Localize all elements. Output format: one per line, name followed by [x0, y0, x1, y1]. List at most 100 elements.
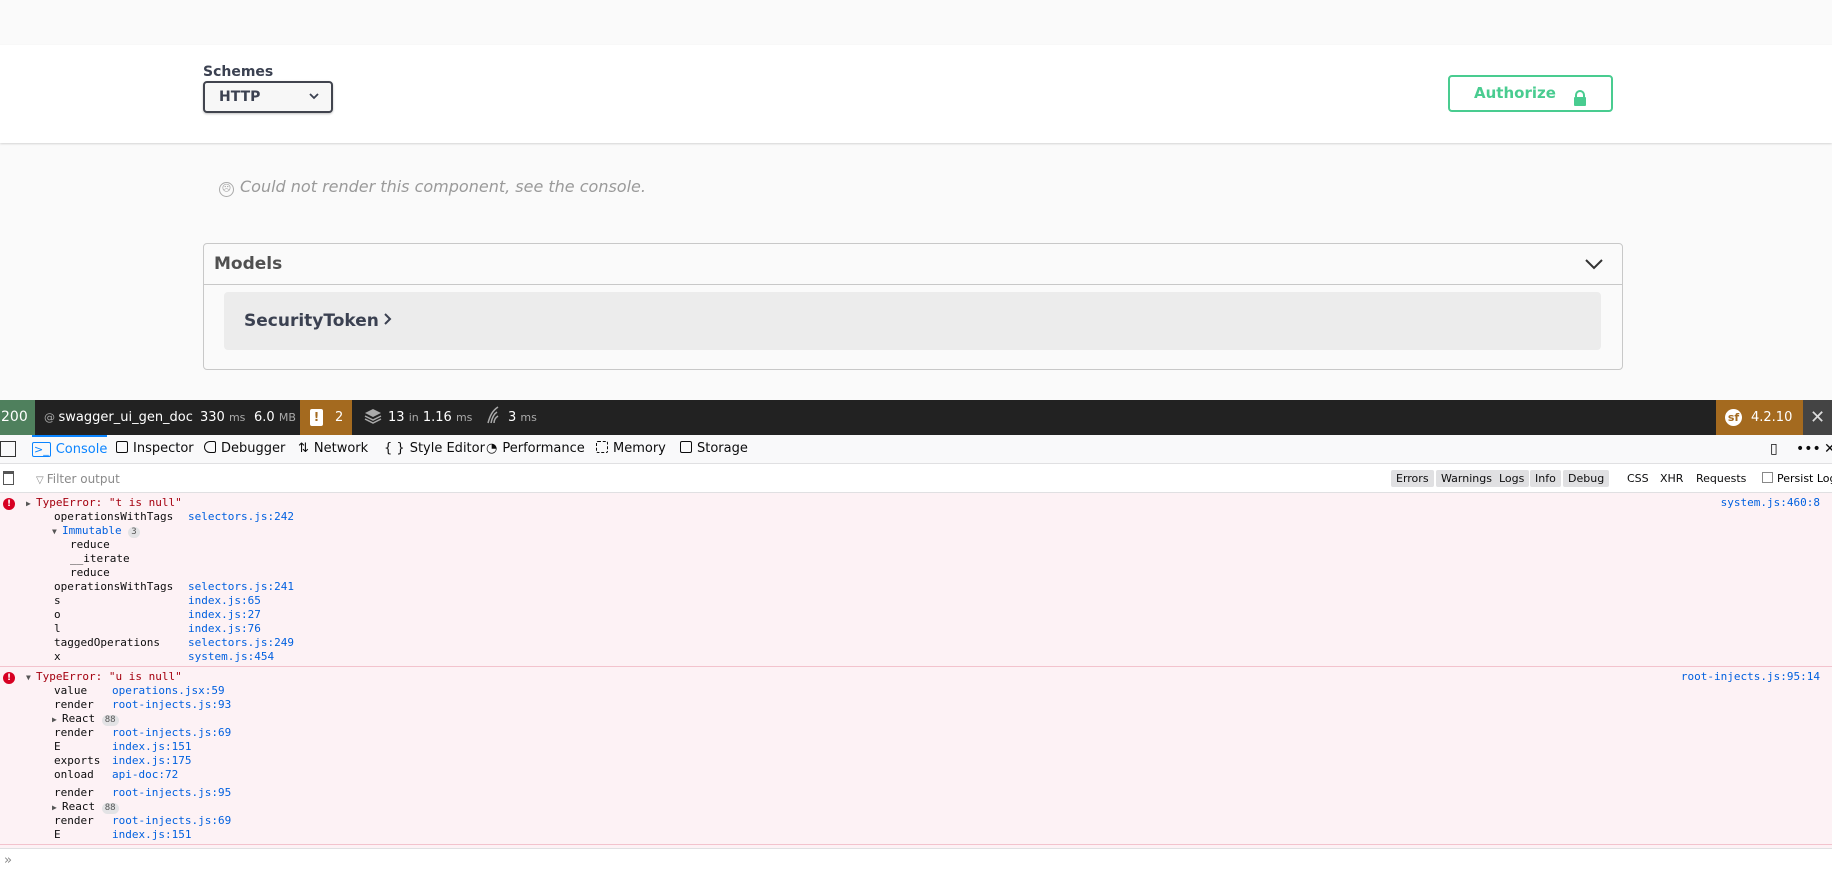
- chevron-down-icon[interactable]: [1584, 254, 1604, 274]
- stack-frame-location-link[interactable]: index.js:175: [112, 754, 191, 767]
- dock-side-icon[interactable]: ▯: [1770, 441, 1778, 457]
- filter-requests-button[interactable]: Requests: [1696, 470, 1746, 487]
- status-code-badge[interactable]: 200: [0, 400, 35, 435]
- authorize-button[interactable]: Authorize: [1448, 75, 1613, 112]
- stack-frame-location-link[interactable]: root-injects.js:69: [112, 814, 231, 827]
- stack-frame-location-link[interactable]: root-injects.js:93: [112, 698, 231, 711]
- memory-info[interactable]: 6.0 MB: [254, 400, 296, 435]
- stack-frame-function: render: [54, 698, 94, 711]
- exclamation-icon: !: [310, 409, 323, 426]
- symfony-version-badge[interactable]: sf 4.2.10: [1716, 400, 1803, 435]
- collapse-arrow-icon[interactable]: ▼: [26, 671, 36, 685]
- close-icon[interactable]: ✕: [1803, 400, 1832, 435]
- error-line: ▶ TypeError: "t is null" system.js:460:8: [0, 496, 1832, 510]
- filter-errors-button[interactable]: Errors: [1391, 470, 1434, 487]
- error-source-link[interactable]: system.js:460:8: [1721, 496, 1820, 510]
- debugger-icon: [204, 441, 216, 453]
- stack-frame-location-link[interactable]: index.js:151: [112, 828, 191, 841]
- storage-icon: [680, 441, 692, 453]
- tab-label: Storage: [697, 441, 748, 456]
- tab-label: Console: [55, 442, 108, 457]
- expand-arrow-icon[interactable]: ▶: [52, 801, 62, 815]
- tab-console[interactable]: >_ Console: [32, 435, 108, 464]
- warnings-count: 2: [335, 410, 344, 425]
- stack-frame-location-link[interactable]: index.js:27: [188, 608, 261, 621]
- filter-css-button[interactable]: CSS: [1627, 470, 1649, 487]
- models-header[interactable]: Models: [204, 244, 1622, 285]
- twig-info[interactable]: 3 ms: [486, 400, 537, 435]
- console-icon: >_: [32, 442, 51, 457]
- stack-frame-location-link[interactable]: selectors.js:249: [188, 636, 294, 649]
- route-info[interactable]: @ swagger_ui_gen_doc: [44, 400, 193, 435]
- immutable-count-badge: 3: [128, 527, 140, 538]
- error-source-link[interactable]: root-injects.js:95:14: [1681, 670, 1820, 684]
- trash-icon[interactable]: [3, 471, 14, 485]
- filter-logs-button[interactable]: Logs: [1494, 470, 1530, 487]
- stack-frame-location-link[interactable]: api-doc:72: [112, 768, 178, 781]
- stack-frame: render root-injects.js:69: [0, 814, 1832, 828]
- filter-debug-button[interactable]: Debug: [1563, 470, 1610, 487]
- collapse-arrow-icon[interactable]: ▼: [52, 525, 62, 539]
- models-title: Models: [214, 254, 283, 274]
- stack-frame-function: l: [54, 622, 61, 635]
- stack-frame-location-link[interactable]: root-injects.js:69: [112, 726, 231, 739]
- symfony-debug-toolbar: 200 @ swagger_ui_gen_doc 330 ms 6.0 MB !…: [0, 400, 1832, 435]
- memory-chip-icon: [596, 441, 608, 453]
- expand-arrow-icon[interactable]: ▶: [26, 497, 36, 511]
- stack-frame-location-link[interactable]: selectors.js:241: [188, 580, 294, 593]
- close-devtools-icon[interactable]: ✕: [1824, 441, 1832, 457]
- tab-storage[interactable]: Storage: [680, 435, 748, 464]
- gauge-icon: ◔: [486, 441, 498, 456]
- stack-frame-location-link[interactable]: root-injects.js:95: [112, 786, 231, 799]
- memory-unit: MB: [278, 411, 296, 424]
- stack-frame-location-link[interactable]: index.js:151: [112, 740, 191, 753]
- stack-frame-function: onload: [54, 768, 94, 781]
- element-picker-icon[interactable]: [0, 441, 16, 457]
- expand-arrow-icon[interactable]: ▶: [52, 713, 62, 727]
- stack-frame-function: exports: [54, 754, 101, 767]
- stack-frame-location-link[interactable]: system.js:454: [188, 650, 274, 663]
- stack-frame: render root-injects.js:69: [0, 726, 1832, 740]
- stack-frame-location-link[interactable]: operations.jsx:59: [112, 684, 225, 697]
- database-info[interactable]: 13 in 1.16 ms: [364, 400, 472, 435]
- filter-xhr-button[interactable]: XHR: [1660, 470, 1683, 487]
- filter-warnings-button[interactable]: Warnings: [1436, 470, 1497, 487]
- console-error-message: ! ▶ TypeError: "t is null" system.js:460:8…: [0, 493, 1832, 667]
- filter-output-input[interactable]: ▽ Filter output: [36, 472, 120, 486]
- filter-info-button[interactable]: Info: [1530, 470, 1561, 487]
- tab-style-editor[interactable]: { } Style Editor: [384, 435, 485, 464]
- react-group[interactable]: ▶ React 88: [0, 800, 1832, 814]
- persist-logs-checkbox[interactable]: Persist Logs: [1762, 470, 1832, 487]
- stack-frame-function: value: [54, 684, 88, 697]
- stack-frame-function: E: [54, 740, 61, 753]
- stack-frame: exports index.js:175: [0, 754, 1832, 768]
- more-options-icon[interactable]: •••: [1796, 441, 1821, 457]
- tab-memory[interactable]: Memory: [596, 435, 666, 464]
- warnings-badge[interactable]: ! 2: [300, 400, 352, 435]
- stack-frame-location-link[interactable]: index.js:76: [188, 622, 261, 635]
- models-section: Models SecurityToken: [203, 243, 1623, 370]
- react-count-badge: 88: [101, 803, 119, 814]
- tab-network[interactable]: ⇅ Network: [298, 435, 368, 464]
- chevron-right-icon: [384, 312, 392, 330]
- time-info[interactable]: 330 ms: [200, 400, 245, 435]
- schemes-select[interactable]: HTTP: [203, 81, 333, 113]
- immutable-group[interactable]: ▼ Immutable 3: [0, 524, 1832, 538]
- stack-frame-location-link[interactable]: index.js:65: [188, 594, 261, 607]
- stack-frame-function: s: [54, 594, 61, 607]
- react-count-badge: 88: [101, 715, 119, 726]
- tab-performance[interactable]: ◔ Performance: [486, 435, 585, 464]
- react-label: React: [62, 712, 96, 725]
- stack-frame-location-link[interactable]: selectors.js:242: [188, 510, 294, 523]
- tab-debugger[interactable]: Debugger: [204, 435, 285, 464]
- symfony-logo-icon: sf: [1725, 409, 1742, 426]
- tab-label: Performance: [502, 441, 585, 456]
- stack-frame: Eindex.js:151: [0, 828, 1832, 842]
- stack-frame-function: o: [54, 608, 61, 621]
- model-item-securitytoken[interactable]: SecurityToken: [224, 292, 1601, 350]
- checkbox[interactable]: [1762, 472, 1773, 483]
- console-input[interactable]: »: [0, 848, 1832, 872]
- tab-inspector[interactable]: Inspector: [116, 435, 194, 464]
- react-group[interactable]: ▶ React 88: [0, 712, 1832, 726]
- console-error-message: ! ▼ TypeError: "u is null" root-injects.js…: [0, 667, 1832, 845]
